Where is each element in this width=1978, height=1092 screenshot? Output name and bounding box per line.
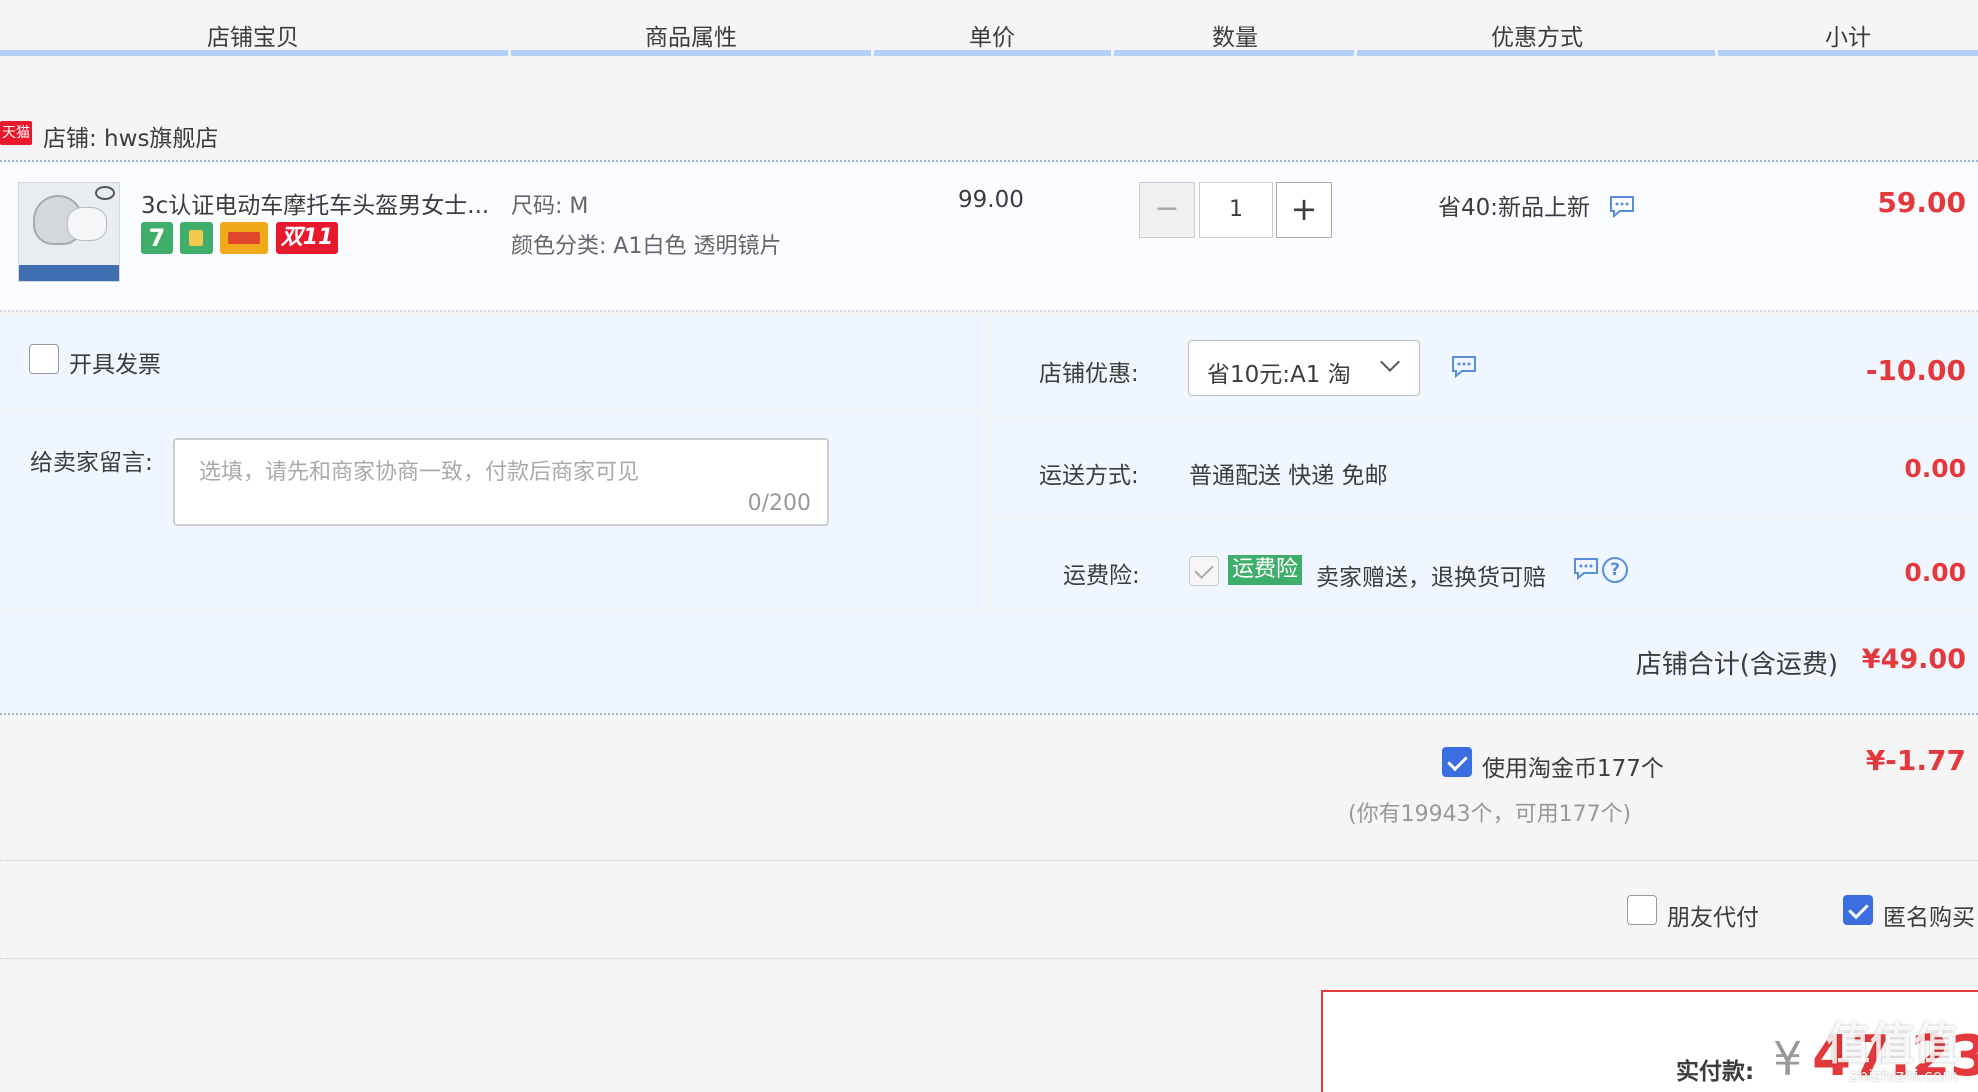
insurance-checkbox bbox=[1189, 556, 1219, 586]
col-attributes: 商品属性 bbox=[645, 25, 737, 51]
chat-bubble-icon[interactable] bbox=[1450, 354, 1478, 380]
friend-pay-checkbox[interactable] bbox=[1627, 895, 1657, 925]
chat-bubble-icon[interactable] bbox=[1572, 556, 1600, 582]
shop-discount-label: 店铺优惠: bbox=[1039, 361, 1139, 387]
attr-color: 颜色分类: A1白色 透明镜片 bbox=[511, 234, 782, 259]
quantity-increase-button[interactable]: + bbox=[1276, 182, 1332, 238]
shop-total-label: 店铺合计(含运费) bbox=[1635, 650, 1838, 680]
col-bar bbox=[1357, 50, 1715, 56]
divider bbox=[0, 310, 1978, 312]
visor-image bbox=[67, 207, 107, 241]
insurance-label: 运费险: bbox=[1063, 563, 1140, 589]
coins-label: 使用淘金币177个 bbox=[1482, 756, 1664, 782]
col-bar bbox=[0, 50, 508, 56]
watermark-url: zhizhizhi.com bbox=[1849, 1066, 1958, 1085]
shipping-amount: 0.00 bbox=[1904, 454, 1966, 483]
shop-discount-amount: -10.00 bbox=[1865, 354, 1966, 387]
chat-bubble-icon[interactable] bbox=[1608, 194, 1636, 220]
message-counter: 0/200 bbox=[747, 491, 811, 516]
friend-pay-label: 朋友代付 bbox=[1667, 905, 1759, 931]
message-label: 给卖家留言: bbox=[30, 450, 153, 476]
col-unit-price: 单价 bbox=[969, 25, 1015, 51]
shipping-label: 运送方式: bbox=[1039, 463, 1139, 489]
shop-total-amount: ¥49.00 bbox=[1861, 644, 1966, 675]
col-subtotal: 小计 bbox=[1825, 25, 1871, 51]
col-discount: 优惠方式 bbox=[1491, 25, 1583, 51]
item-promotion: 省40:新品上新 bbox=[1438, 195, 1591, 221]
col-bar bbox=[1718, 50, 1978, 56]
insurance-amount: 0.00 bbox=[1904, 558, 1966, 587]
anonymous-label: 匿名购买 bbox=[1883, 905, 1975, 931]
insurance-desc: 卖家赠送，退换货可赔 bbox=[1316, 565, 1546, 591]
col-bar bbox=[874, 50, 1111, 56]
ccc-mark-icon bbox=[95, 186, 115, 200]
credit-card-icon[interactable] bbox=[220, 222, 268, 254]
payment-label: 实付款: bbox=[1676, 1059, 1755, 1085]
unit-price: 99.00 bbox=[958, 187, 1024, 213]
attr-size: 尺码: M bbox=[511, 194, 589, 219]
payment-currency: ¥ bbox=[1773, 1032, 1803, 1086]
anonymous-checkbox[interactable] bbox=[1843, 895, 1873, 925]
invoice-label: 开具发票 bbox=[69, 352, 161, 378]
seller-message-input[interactable]: 选填，请先和商家协商一致，付款后商家可见 0/200 bbox=[173, 438, 829, 526]
coins-checkbox[interactable] bbox=[1442, 747, 1472, 777]
item-subtotal: 59.00 bbox=[1877, 186, 1966, 219]
seven-day-return-icon[interactable]: 7 bbox=[141, 222, 173, 254]
quantity-decrease-button[interactable]: − bbox=[1139, 182, 1195, 238]
shop-discount-selected: 省10元:A1 淘 bbox=[1207, 362, 1351, 388]
coins-note: (你有19943个，可用177个) bbox=[1348, 802, 1632, 827]
divider bbox=[0, 860, 1978, 861]
column-header: 店铺宝贝 商品属性 单价 数量 优惠方式 小计 bbox=[0, 0, 1978, 56]
insurance-tag: 运费险 bbox=[1228, 555, 1303, 585]
product-title-link[interactable]: 3c认证电动车摩托车头盔男女士... bbox=[141, 186, 489, 220]
double11-icon[interactable]: 双11 bbox=[276, 222, 338, 254]
shop-name-link[interactable]: 店铺: hws旗舰店 bbox=[43, 119, 218, 153]
thumbnail-band bbox=[19, 265, 119, 281]
quantity-input[interactable]: 1 bbox=[1199, 182, 1273, 238]
chevron-down-icon bbox=[1380, 352, 1400, 372]
invoice-checkbox[interactable] bbox=[29, 344, 59, 374]
divider bbox=[0, 958, 1978, 959]
shopping-bag-icon[interactable] bbox=[180, 222, 213, 254]
shipping-method: 普通配送 快递 免邮 bbox=[1189, 463, 1388, 489]
message-placeholder: 选填，请先和商家协商一致，付款后商家可见 bbox=[199, 460, 640, 485]
product-thumbnail[interactable] bbox=[18, 182, 120, 282]
col-bar bbox=[1114, 50, 1354, 56]
col-bar bbox=[511, 50, 871, 56]
watermark: 值值值 bbox=[1826, 1019, 1958, 1070]
divider bbox=[0, 713, 1978, 715]
col-shop-items: 店铺宝贝 bbox=[207, 25, 299, 51]
col-quantity: 数量 bbox=[1212, 25, 1258, 51]
coins-amount: ¥-1.77 bbox=[1865, 744, 1966, 777]
tmall-logo-icon: 天猫 bbox=[0, 121, 32, 145]
shop-discount-select[interactable]: 省10元:A1 淘 bbox=[1188, 340, 1420, 396]
help-icon[interactable]: ? bbox=[1602, 557, 1628, 583]
